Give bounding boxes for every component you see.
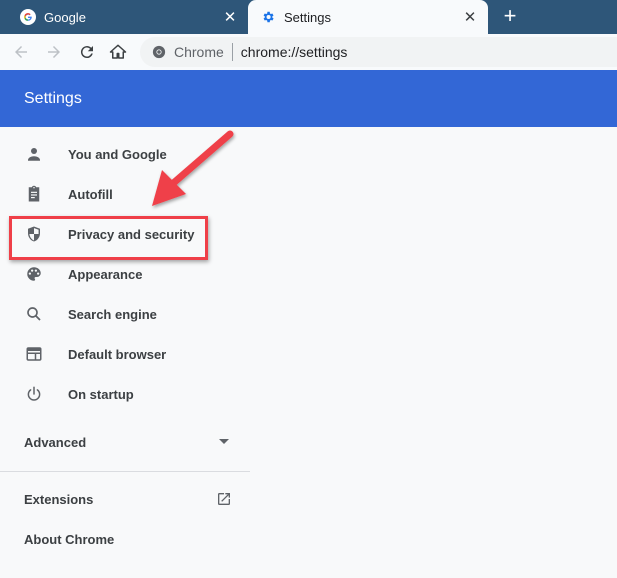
sidebar-item-label: You and Google (68, 146, 167, 162)
sidebar-item-you-and-google[interactable]: You and Google (0, 134, 250, 174)
forward-arrow-icon (48, 46, 60, 58)
sidebar-item-on-startup[interactable]: On startup (0, 374, 250, 414)
tab-title: Google (44, 9, 86, 25)
new-tab-button[interactable]: + (498, 5, 522, 29)
sidebar-item-label: Privacy and security (68, 226, 195, 242)
extensions-label: Extensions (24, 491, 94, 507)
sidebar-item-autofill[interactable]: Autofill (0, 174, 250, 214)
sidebar-item-default-browser[interactable]: Default browser (0, 334, 250, 374)
address-bar[interactable]: Chrome chrome://settings (140, 37, 617, 67)
browser-window-icon (24, 344, 44, 364)
person-icon (24, 144, 44, 164)
sidebar-item-appearance[interactable]: Appearance (0, 254, 250, 294)
omnibox-separator (231, 43, 233, 61)
home-icon (109, 44, 127, 59)
sidebar-item-label: Default browser (68, 346, 167, 362)
sidebar-item-label: Appearance (68, 266, 143, 282)
tab-strip: Google ✕ Settings ✕ + (0, 0, 617, 34)
sidebar-advanced-toggle[interactable]: Advanced (0, 422, 250, 462)
tab-google[interactable]: Google ✕ (0, 0, 248, 34)
url-text[interactable]: chrome://settings (241, 44, 348, 60)
chrome-logo-icon (152, 45, 166, 59)
sidebar-item-privacy-and-security[interactable]: Privacy and security (0, 214, 250, 254)
reload-button[interactable] (75, 40, 99, 64)
sidebar-item-label: Autofill (68, 186, 113, 202)
palette-icon (24, 264, 44, 284)
open-in-new-icon (214, 489, 234, 509)
close-tab-icon[interactable]: ✕ (462, 9, 478, 26)
about-chrome-label: About Chrome (24, 531, 115, 547)
page-title: Settings (24, 90, 82, 107)
back-button[interactable] (9, 40, 33, 64)
dropdown-arrow-icon (214, 432, 234, 452)
shield-icon (24, 224, 44, 244)
back-arrow-icon (15, 46, 27, 58)
search-icon (24, 304, 44, 324)
sidebar-item-label: On startup (68, 386, 134, 402)
sidebar-item-search-engine[interactable]: Search engine (0, 294, 250, 334)
google-g-icon (20, 9, 36, 25)
sidebar-item-extensions[interactable]: Extensions (0, 479, 250, 519)
close-tab-icon[interactable]: ✕ (222, 9, 238, 26)
tab-title: Settings (284, 9, 331, 25)
site-label: Chrome (174, 44, 224, 60)
power-icon (24, 384, 44, 404)
settings-header: Settings (0, 70, 617, 127)
gear-icon (260, 9, 276, 25)
sidebar-item-label: Search engine (68, 306, 157, 322)
sidebar-item-about-chrome[interactable]: About Chrome (0, 519, 250, 559)
clipboard-icon (24, 184, 44, 204)
advanced-label: Advanced (24, 434, 87, 450)
home-button[interactable] (106, 40, 130, 64)
reload-icon (80, 46, 93, 59)
tab-settings[interactable]: Settings ✕ (248, 0, 488, 34)
forward-button[interactable] (42, 40, 66, 64)
sidebar-divider (0, 471, 250, 472)
